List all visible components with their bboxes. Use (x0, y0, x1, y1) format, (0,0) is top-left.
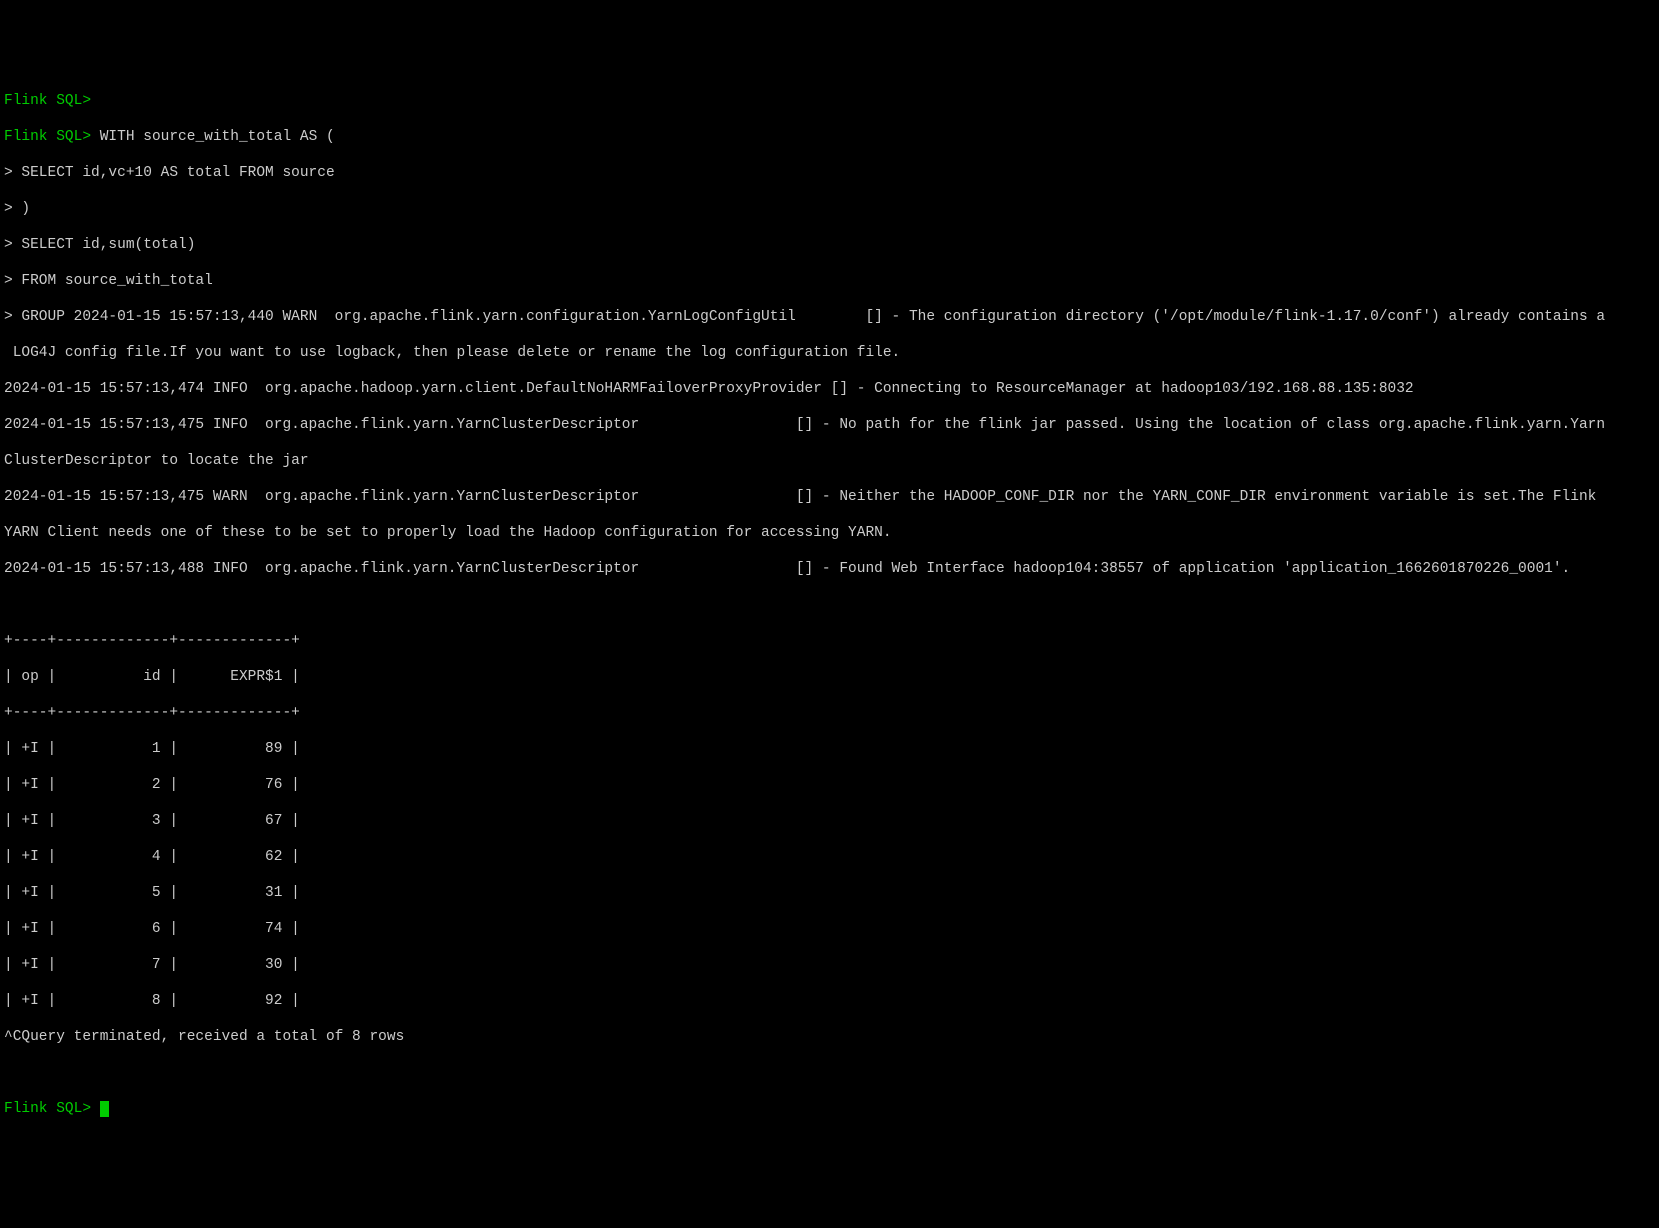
table-row: | +I | 4 | 62 | (4, 848, 1655, 866)
sql-text: SELECT id,vc+10 AS total FROM source (21, 165, 334, 181)
prompt-line-with: Flink SQL> WITH source_with_total AS ( (4, 128, 1655, 146)
prompt-suffix: > (82, 93, 91, 109)
log-line: 2024-01-15 15:57:13,475 INFO org.apache.… (4, 416, 1655, 434)
continuation-line: > SELECT id,vc+10 AS total FROM source (4, 164, 1655, 182)
continuation-prompt: > (4, 309, 13, 325)
table-row: | +I | 8 | 92 | (4, 992, 1655, 1010)
group-prefix: GROUP (21, 309, 73, 325)
log-line: YARN Client needs one of these to be set… (4, 524, 1655, 542)
log-text: 2024-01-15 15:57:13,440 WARN org.apache.… (74, 309, 1605, 325)
group-and-log-line: > GROUP 2024-01-15 15:57:13,440 WARN org… (4, 308, 1655, 326)
log-line: LOG4J config file.If you want to use log… (4, 344, 1655, 362)
sql-prompt: Flink SQL (4, 129, 82, 145)
table-header: | op | id | EXPR$1 | (4, 668, 1655, 686)
sql-text: ) (21, 201, 30, 217)
continuation-prompt: > (4, 237, 13, 253)
sql-input (91, 129, 100, 145)
table-border: +----+-------------+-------------+ (4, 704, 1655, 722)
table-border: +----+-------------+-------------+ (4, 632, 1655, 650)
cursor-icon (100, 1101, 109, 1117)
prompt-line-empty: Flink SQL> (4, 92, 1655, 110)
blank-line (4, 1064, 1655, 1082)
terminal-output: Flink SQL> Flink SQL> WITH source_with_t… (4, 74, 1655, 1136)
sql-prompt: Flink SQL (4, 1101, 82, 1117)
active-prompt-line[interactable]: Flink SQL> (4, 1100, 1655, 1118)
continuation-line: > FROM source_with_total (4, 272, 1655, 290)
sql-prompt: Flink SQL (4, 93, 82, 109)
continuation-line: > ) (4, 200, 1655, 218)
sql-text: WITH source_with_total AS ( (100, 129, 335, 145)
table-row: | +I | 2 | 76 | (4, 776, 1655, 794)
continuation-prompt: > (4, 201, 13, 217)
sql-text: SELECT id,sum(total) (21, 237, 195, 253)
blank-line (4, 596, 1655, 614)
prompt-suffix: > (82, 129, 91, 145)
table-row: | +I | 3 | 67 | (4, 812, 1655, 830)
continuation-prompt: > (4, 273, 13, 289)
continuation-prompt: > (4, 165, 13, 181)
sql-text: FROM source_with_total (21, 273, 212, 289)
termination-line: ^CQuery terminated, received a total of … (4, 1028, 1655, 1046)
table-row: | +I | 5 | 31 | (4, 884, 1655, 902)
prompt-suffix: > (82, 1101, 91, 1117)
table-row: | +I | 1 | 89 | (4, 740, 1655, 758)
table-row: | +I | 7 | 30 | (4, 956, 1655, 974)
table-row: | +I | 6 | 74 | (4, 920, 1655, 938)
continuation-line: > SELECT id,sum(total) (4, 236, 1655, 254)
log-line: 2024-01-15 15:57:13,475 WARN org.apache.… (4, 488, 1655, 506)
log-line: 2024-01-15 15:57:13,474 INFO org.apache.… (4, 380, 1655, 398)
log-line: ClusterDescriptor to locate the jar (4, 452, 1655, 470)
log-line: 2024-01-15 15:57:13,488 INFO org.apache.… (4, 560, 1655, 578)
